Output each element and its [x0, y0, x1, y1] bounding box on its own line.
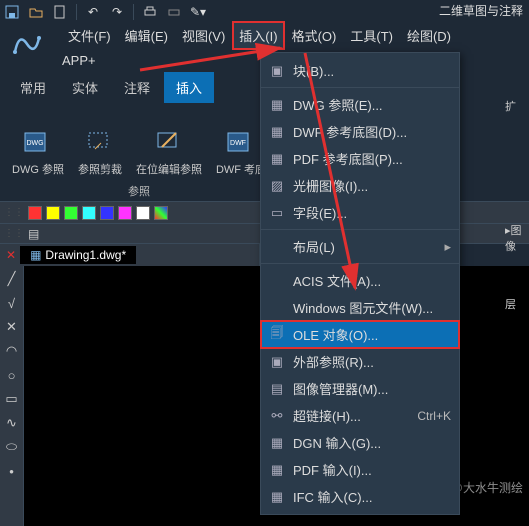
- quick-access-bar: ↶ ↷ ✎▾ 二维草图与注释: [0, 0, 529, 24]
- ellipse-tool-icon[interactable]: ⬭: [3, 438, 21, 456]
- dd-pdf-in[interactable]: ▦PDF 输入(I)...: [261, 456, 459, 483]
- dwf-icon: ▦: [269, 124, 285, 140]
- dd-raster[interactable]: ▨光栅图像(I)...: [261, 172, 459, 199]
- color-white[interactable]: [136, 206, 150, 220]
- dd-wmf[interactable]: Windows 图元文件(W)...: [261, 294, 459, 321]
- tab-home[interactable]: 常用: [8, 72, 58, 103]
- block-icon: ▣: [269, 63, 285, 79]
- worktab-label: Drawing1.dwg*: [45, 248, 126, 262]
- print-icon[interactable]: [142, 4, 158, 20]
- dd-ole-object[interactable]: 🗐OLE 对象(O)...: [261, 321, 459, 348]
- dd-image-mgr[interactable]: ▤图像管理器(M)...: [261, 375, 459, 402]
- tab-solid[interactable]: 实体: [60, 72, 110, 103]
- menu-file[interactable]: 文件(F): [62, 22, 117, 49]
- dd-xref[interactable]: ▣外部参照(R)...: [261, 348, 459, 375]
- tab-insert[interactable]: 插入: [164, 72, 214, 103]
- left-toolbar: ╱ √ ✕ ◠ ○ ▭ ∿ ⬭ •: [0, 266, 24, 526]
- ribbon-label: 参照剪裁: [78, 161, 122, 177]
- right-edge-panels: 扩 ▸图像 层: [503, 92, 529, 318]
- right-layer[interactable]: 层: [503, 290, 529, 318]
- new-icon[interactable]: [52, 4, 68, 20]
- color-green[interactable]: [64, 206, 78, 220]
- ribbon-ref-clip[interactable]: 参照剪裁: [74, 121, 126, 181]
- ribbon-label: DWF 考底: [216, 161, 266, 177]
- ole-icon: 🗐: [269, 327, 285, 343]
- worktab[interactable]: ▦ Drawing1.dwg*: [20, 246, 136, 264]
- menu-edit[interactable]: 编辑(E): [119, 22, 174, 49]
- style-icon[interactable]: ✎▾: [190, 4, 206, 20]
- menu-tools[interactable]: 工具(T): [344, 22, 399, 49]
- redo-icon[interactable]: ↷: [109, 4, 125, 20]
- dd-layout[interactable]: 布局(L)▸: [261, 233, 459, 260]
- svg-text:DWF: DWF: [230, 140, 246, 147]
- xref-icon: ▣: [269, 354, 285, 370]
- dwg-file-icon: ▦: [30, 248, 41, 262]
- circle-tool-icon[interactable]: ○: [3, 366, 21, 384]
- layer-icon[interactable]: ▤: [28, 227, 39, 241]
- color-yellow[interactable]: [46, 206, 60, 220]
- right-expand[interactable]: 扩: [503, 92, 529, 120]
- dgn-icon: ▦: [269, 435, 285, 451]
- ribbon-edit-ref[interactable]: 在位编辑参照: [132, 121, 206, 181]
- save-icon[interactable]: [4, 4, 20, 20]
- dd-ifc[interactable]: ▦IFC 输入(C)...: [261, 483, 459, 510]
- img-mgr-icon: ▤: [269, 381, 285, 397]
- pdf-in-icon: ▦: [269, 462, 285, 478]
- worktab-bar: ✕ ▦ Drawing1.dwg*: [0, 244, 260, 266]
- menu-insert[interactable]: 插入(I): [233, 22, 283, 49]
- color-blue[interactable]: [100, 206, 114, 220]
- ribbon-label: 在位编辑参照: [136, 161, 202, 177]
- dd-block[interactable]: ▣块(B)...: [261, 57, 459, 84]
- tab-annotate[interactable]: 注释: [112, 72, 162, 103]
- worktab-close-icon[interactable]: ✕: [6, 248, 16, 262]
- dwg-ref-icon: DWG: [21, 125, 55, 159]
- color-cyan[interactable]: [82, 206, 96, 220]
- link-icon: ⚯: [269, 408, 285, 424]
- ref-clip-icon: [83, 125, 117, 159]
- field-icon: ▭: [269, 205, 285, 221]
- ribbon-label: DWG 参照: [12, 161, 64, 177]
- color-magenta[interactable]: [118, 206, 132, 220]
- dd-field[interactable]: ▭字段(E)...: [261, 199, 459, 226]
- dd-hyperlink[interactable]: ⚯超链接(H)...Ctrl+K: [261, 402, 459, 429]
- menu-format[interactable]: 格式(O): [286, 22, 343, 49]
- svg-text:DWG: DWG: [26, 140, 43, 147]
- undo-icon[interactable]: ↶: [85, 4, 101, 20]
- rect-tool-icon[interactable]: ▭: [3, 390, 21, 408]
- pdf-icon: ▦: [269, 151, 285, 167]
- spline-tool-icon[interactable]: ∿: [3, 414, 21, 432]
- arc-tool-icon[interactable]: ◠: [3, 342, 21, 360]
- menubar: 文件(F) 编辑(E) 视图(V) 插入(I) 格式(O) 工具(T) 绘图(D…: [62, 22, 457, 49]
- xline-tool-icon[interactable]: ✕: [3, 318, 21, 336]
- insert-dropdown: ▣块(B)... ▦DWG 参照(E)... ▦DWF 参考底图(D)... ▦…: [260, 52, 460, 515]
- menu-view[interactable]: 视图(V): [176, 22, 231, 49]
- polyline-tool-icon[interactable]: √: [3, 294, 21, 312]
- dd-pdf-ref[interactable]: ▦PDF 参考底图(P)...: [261, 145, 459, 172]
- print-preview-icon[interactable]: [166, 4, 182, 20]
- color-rainbow[interactable]: [154, 206, 168, 220]
- color-red[interactable]: [28, 206, 42, 220]
- right-image[interactable]: ▸图像: [503, 216, 529, 260]
- workspace-name[interactable]: 二维草图与注释: [439, 2, 523, 19]
- raster-icon: ▨: [269, 178, 285, 194]
- ifc-icon: ▦: [269, 489, 285, 505]
- dd-dwf-ref[interactable]: ▦DWF 参考底图(D)...: [261, 118, 459, 145]
- dd-dgn[interactable]: ▦DGN 输入(G)...: [261, 429, 459, 456]
- app-logo-icon[interactable]: [8, 27, 44, 63]
- dd-acis[interactable]: ACIS 文件(A)...: [261, 267, 459, 294]
- ribbon-dwg-ref[interactable]: DWG DWG 参照: [8, 121, 68, 181]
- open-icon[interactable]: [28, 4, 44, 20]
- edit-ref-icon: [152, 125, 186, 159]
- line-tool-icon[interactable]: ╱: [3, 270, 21, 288]
- ribbon-group-label: 参照: [8, 181, 270, 201]
- menu-draw[interactable]: 绘图(D): [401, 22, 457, 49]
- dd-dwg-ref[interactable]: ▦DWG 参照(E)...: [261, 91, 459, 118]
- dwf-ref-icon: DWF: [224, 125, 258, 159]
- point-tool-icon[interactable]: •: [3, 462, 21, 480]
- dwg-icon: ▦: [269, 97, 285, 113]
